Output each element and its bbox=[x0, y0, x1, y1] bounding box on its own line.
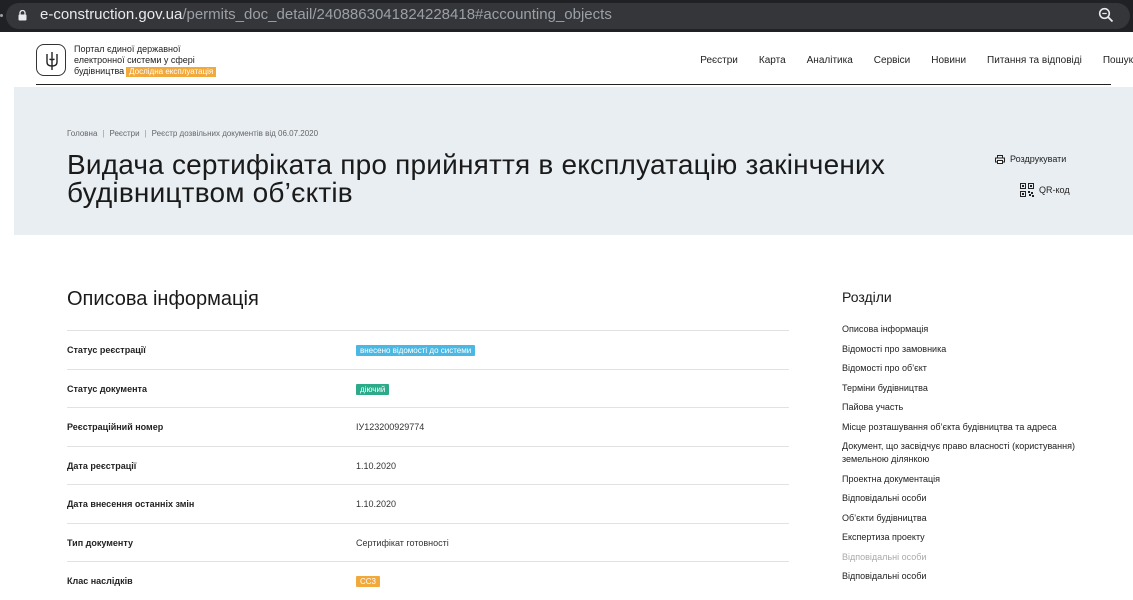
sections-title: Розділи bbox=[842, 289, 892, 305]
info-table: Статус реєстрації внесено відомості до с… bbox=[67, 330, 789, 600]
section-link[interactable]: Описова інформація bbox=[842, 323, 1092, 336]
main-nav: Реєстри Карта Аналітика Сервіси Новини П… bbox=[679, 55, 1133, 66]
url-path: /permits_doc_detail/2408863041824228418#… bbox=[182, 6, 612, 23]
section-link[interactable]: Об’єкти будівництва bbox=[842, 512, 1092, 525]
qr-code-label: QR-код bbox=[1039, 185, 1070, 195]
table-row: Дата внесення останніх змін 1.10.2020 bbox=[67, 484, 789, 523]
trident-logo[interactable] bbox=[36, 44, 66, 76]
table-row: Статус реєстрації внесено відомості до с… bbox=[67, 330, 789, 369]
section-link[interactable]: Відомості про об’єкт bbox=[842, 362, 1092, 375]
row-value: ІУ123200929774 bbox=[356, 422, 425, 432]
breadcrumb-current[interactable]: Реєстр дозвільних документів від 06.07.2… bbox=[152, 129, 318, 138]
section-link[interactable]: Відповідальні особи bbox=[842, 570, 1092, 583]
zoom-icon[interactable] bbox=[1098, 7, 1114, 23]
brand-line-1: Портал єдиної державної bbox=[74, 44, 181, 54]
section-link[interactable]: Документ, що засвідчує право власності (… bbox=[842, 440, 1092, 466]
section-link-muted[interactable]: Відповідальні особи bbox=[842, 551, 1092, 564]
nav-analytics[interactable]: Аналітика bbox=[807, 55, 853, 66]
lock-icon[interactable] bbox=[18, 10, 27, 21]
status-badge: діючий bbox=[356, 383, 390, 395]
qr-code-icon bbox=[1020, 183, 1034, 197]
hero-section: Головна | Реєстри | Реєстр дозвільних докуме… bbox=[14, 87, 1133, 235]
row-label: Клас наслідків bbox=[67, 576, 133, 586]
sections-nav: Описова інформація Відомості про замовни… bbox=[842, 323, 1092, 590]
browser-address-bar: e-construction.gov.ua/permits_doc_detail… bbox=[0, 0, 1133, 32]
section-link[interactable]: Відомості про замовника bbox=[842, 343, 1092, 356]
nav-search[interactable]: Пошук bbox=[1103, 55, 1133, 66]
nav-faq[interactable]: Питання та відповіді bbox=[987, 55, 1082, 66]
print-button[interactable]: Роздрукувати bbox=[995, 154, 1066, 164]
nav-services[interactable]: Сервіси bbox=[874, 55, 910, 66]
consequence-class-value: СС3 bbox=[356, 576, 381, 587]
url-text[interactable]: e-construction.gov.ua/permits_doc_detail… bbox=[40, 5, 612, 25]
window-edge-dot bbox=[0, 14, 3, 17]
brand-text[interactable]: Портал єдиної державної електронної сист… bbox=[74, 44, 217, 77]
section-link[interactable]: Експертиза проекту bbox=[842, 531, 1092, 544]
row-value: 1.10.2020 bbox=[356, 499, 397, 509]
table-row: Реєстраційний номер ІУ123200929774 bbox=[67, 407, 789, 446]
table-row: Дата реєстрації 1.10.2020 bbox=[67, 445, 789, 485]
header-divider bbox=[36, 84, 1111, 85]
nav-map[interactable]: Карта bbox=[759, 55, 786, 66]
table-row: Клас наслідків СС3 bbox=[67, 561, 789, 600]
site-header: Портал єдиної державної електронної сист… bbox=[14, 32, 1133, 86]
nav-news[interactable]: Новини bbox=[931, 55, 966, 66]
beta-badge: Дослідна експлуатація bbox=[126, 67, 217, 77]
row-label: Тип документу bbox=[67, 537, 133, 548]
section-link[interactable]: Терміни будівництва bbox=[842, 382, 1092, 395]
class-badge: СС3 bbox=[356, 576, 381, 587]
page-title: Видача сертифіката про прийняття в експл… bbox=[67, 149, 886, 208]
section-link[interactable]: Пайова участь bbox=[842, 401, 1092, 414]
brand-line-2: електронної системи у сфері bbox=[74, 55, 195, 65]
row-value: 1.10.2020 bbox=[356, 460, 397, 471]
brand-line-3: будівництва bbox=[74, 66, 125, 76]
row-label: Дата реєстрації bbox=[67, 460, 137, 471]
printer-icon bbox=[995, 154, 1005, 164]
section-link[interactable]: Відповідальні особи bbox=[842, 492, 1092, 505]
row-label: Дата внесення останніх змін bbox=[67, 499, 195, 509]
breadcrumb: Головна | Реєстри | Реєстр дозвільних докуме… bbox=[67, 129, 319, 138]
document-status-value: діючий bbox=[356, 383, 390, 395]
url-host: e-construction.gov.ua bbox=[40, 6, 183, 23]
table-row: Тип документу Сертифікат готовності bbox=[67, 522, 789, 562]
row-label: Статус реєстрації bbox=[67, 345, 146, 355]
breadcrumb-registries[interactable]: Реєстри bbox=[109, 129, 139, 138]
section-link[interactable]: Місце розташування об’єкта будівництва т… bbox=[842, 421, 1092, 434]
row-label: Статус документа bbox=[67, 383, 147, 394]
nav-registries[interactable]: Реєстри bbox=[700, 55, 738, 66]
table-row: Статус документа діючий bbox=[67, 368, 789, 408]
trident-icon bbox=[46, 52, 58, 70]
qr-code-button[interactable]: QR-код bbox=[1020, 183, 1070, 197]
print-label: Роздрукувати bbox=[1010, 154, 1067, 164]
section-link[interactable]: Проектна документація bbox=[842, 473, 1092, 486]
row-label: Реєстраційний номер bbox=[67, 422, 164, 432]
registration-status-value: внесено відомості до системи bbox=[356, 345, 476, 356]
status-badge: внесено відомості до системи bbox=[356, 345, 476, 356]
row-value: Сертифікат готовності bbox=[356, 537, 449, 548]
section-title: Описова інформація bbox=[67, 288, 259, 310]
breadcrumb-home[interactable]: Головна bbox=[67, 129, 97, 138]
